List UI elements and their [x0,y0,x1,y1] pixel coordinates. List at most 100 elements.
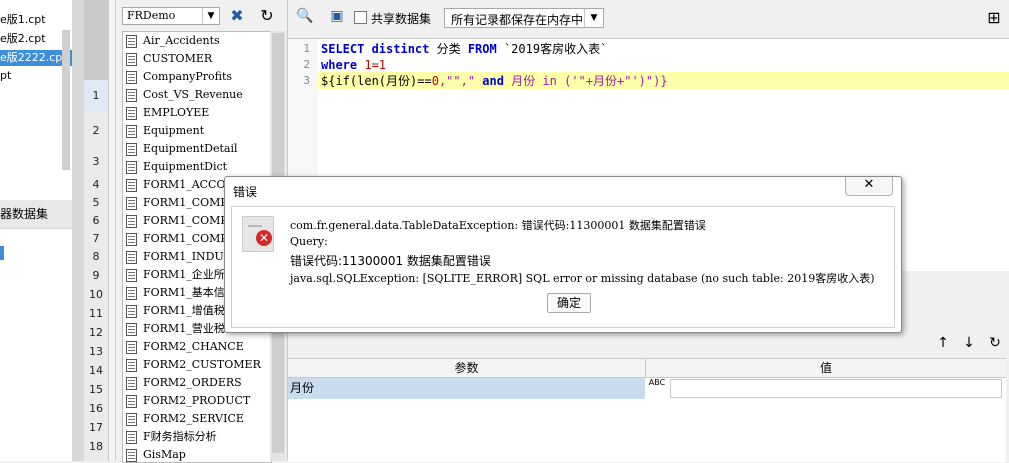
server-dataset-tab[interactable]: 器数据集 [0,200,72,229]
row-number[interactable]: 18 [84,438,108,456]
row-number[interactable]: 14 [84,362,108,380]
row-number[interactable]: 13 [84,343,108,361]
dialog-title: 错误 [233,185,258,199]
row-number[interactable]: 16 [84,400,108,418]
share-dataset-checkbox[interactable] [354,11,367,24]
line-number: 1 [303,42,310,55]
table-icon [126,359,137,372]
table-icon [126,269,137,282]
file-item[interactable]: e版1.cpt [0,12,72,28]
parameter-toolbar: ↑ ↓ ↻ [288,330,1009,356]
parameter-value-input[interactable] [670,379,1002,398]
preview-icon[interactable]: 🔍 [296,8,314,26]
layout-grid-icon[interactable]: ⊞ [984,8,1004,28]
row-number[interactable]: 3 [84,152,108,172]
refresh-icon[interactable]: ↻ [256,6,278,26]
row-number[interactable]: 9 [84,267,108,285]
server-dataset-list [0,229,72,461]
table-item[interactable]: FORM2_PRODUCT [123,392,271,410]
table-item[interactable]: Equipment [123,122,271,140]
table-icon [126,413,137,426]
chevron-down-icon[interactable]: ▼ [584,9,603,27]
table-icon [126,341,137,354]
save-icon[interactable]: ▣ [328,8,346,26]
table-item[interactable]: FORM2_CHANCE [123,338,271,356]
parameter-table: 参数 值 月份 ABC [288,358,1006,462]
arrow-up-icon[interactable]: ↑ [934,334,952,352]
column-header-value: 值 [646,359,1006,378]
table-item[interactable]: FORM2_CUSTOMER [123,356,271,374]
row-number[interactable]: 2 [84,117,108,145]
template-file-panel: e版1.cpt e版2.cpt e版2222.cpt pt [0,0,73,200]
table-icon [126,71,137,84]
error-dialog: 错误 ✕ ✕ com.fr.general.data.TableDataExce… [224,176,902,333]
column-header-name: 参数 [288,359,646,378]
row-header: 1 2 3 4 5 6 7 8 9 10 11 12 13 14 15 16 1… [84,0,109,461]
row-number[interactable]: 10 [84,286,108,304]
table-icon [126,377,137,390]
table-item[interactable]: EquipmentDetail [123,140,271,158]
table-icon [126,89,137,102]
row-number[interactable]: 12 [84,324,108,342]
sql-line-2: where 1=1 [321,58,387,72]
arrow-down-icon[interactable]: ↓ [960,334,978,352]
error-message-line: 错误代码:11300001 数据集配置错误 [290,254,491,268]
row-header-corner [84,0,108,80]
table-item[interactable]: FORM2_ORDERS [123,374,271,392]
table-icon [126,287,137,300]
table-item[interactable]: FORM2_SERVICE [123,410,271,428]
table-icon [126,215,137,228]
table-item[interactable]: CUSTOMER [123,50,271,68]
refresh-icon[interactable]: ↻ [986,334,1004,352]
line-number: 2 [303,58,310,71]
row-number[interactable]: 7 [84,230,108,248]
table-icon [126,323,137,336]
text-type-icon[interactable]: ABC [646,378,668,399]
table-icon [126,179,137,192]
table-icon [126,143,137,156]
server-dataset-label: 器数据集 [0,207,49,221]
table-icon [126,125,137,138]
row-number[interactable]: 11 [84,305,108,323]
share-dataset-label: 共享数据集 [371,12,432,26]
memory-mode-select[interactable]: 所有记录都保存在内存中 ▼ [444,8,604,28]
table-item[interactable]: EMPLOYEE [123,104,271,122]
table-item[interactable]: Cost_VS_Revenue [123,86,271,104]
table-icon [126,35,137,48]
error-message-line: java.sql.SQLException: [SQLITE_ERROR] SQ… [290,272,875,285]
table-icon [126,395,137,408]
line-number: 3 [303,74,310,87]
chevron-down-icon[interactable]: ▼ [202,8,219,24]
selected-marker [0,246,4,260]
table-icon [126,197,137,210]
table-icon [126,53,137,66]
table-icon [126,305,137,318]
table-item[interactable]: GisMap [123,446,271,462]
connection-value: FRDemo [127,9,176,22]
file-panel-scrollbar[interactable] [62,30,70,170]
parameter-name-cell[interactable]: 月份 [288,378,645,399]
panel-divider[interactable] [72,0,84,461]
row-number[interactable]: 1 [84,80,108,112]
sql-line-3: ${if(len(月份)==0,""," and 月份 in ('"+月份+"'… [321,74,668,88]
table-item[interactable]: CompanyProfits [123,68,271,86]
error-message-line: com.fr.general.data.TableDataException: … [290,219,706,232]
row-number[interactable]: 5 [84,194,108,212]
close-icon[interactable]: ✕ [845,177,893,196]
row-number[interactable]: 17 [84,419,108,437]
sql-line-1: SELECT distinct 分类 FROM `2019客房收入表` [321,42,608,56]
wrench-icon[interactable]: ✖ [226,6,248,26]
row-number[interactable]: 15 [84,381,108,399]
ok-button[interactable]: 确定 [547,293,591,313]
dialog-body: ✕ com.fr.general.data.TableDataException… [231,206,895,328]
row-number[interactable]: 6 [84,212,108,230]
memory-mode-value: 所有记录都保存在内存中 [451,13,584,27]
table-item[interactable]: Air_Accidents [123,32,271,50]
row-number[interactable]: 8 [84,248,108,266]
table-item[interactable]: EquipmentDict [123,158,271,176]
table-item[interactable]: F财务指标分析 [123,428,271,446]
connection-select[interactable]: FRDemo ▼ [122,7,220,25]
row-number[interactable]: 4 [84,176,108,194]
table-icon [126,449,137,462]
table-icon [126,251,137,264]
